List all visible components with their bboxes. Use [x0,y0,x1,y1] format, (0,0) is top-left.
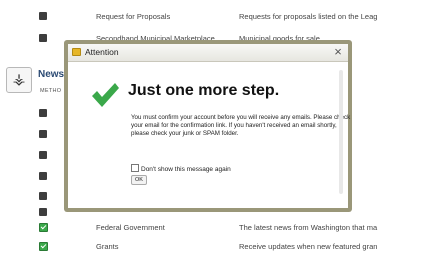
list-item: Request for Proposals Requests for propo… [0,10,422,24]
scrollbar[interactable] [339,70,343,194]
dialog-message: You must confirm your account before you… [131,114,351,137]
news-icon: ⚶ [6,67,32,93]
dialog-title-bar: Attention × [68,44,348,62]
close-button[interactable]: × [331,45,345,59]
checkbox[interactable] [39,208,47,216]
checkbox[interactable] [39,12,47,20]
checkbox[interactable] [39,192,47,200]
section-title: News [38,69,65,80]
dialog-headline: Just one more step. [128,82,280,99]
dont-show-label: Don't show this message again [141,166,231,173]
dialog-title: Attention [85,47,119,57]
attention-dialog: Attention × Just one more step. You must… [64,40,352,212]
column-header: METHO [40,88,62,94]
list-item-description: The latest news from Washington that ma [239,223,378,232]
dialog-body: Attention × Just one more step. You must… [68,44,350,208]
list-item-name: Request for Proposals [96,12,171,21]
ok-button[interactable]: OK [131,175,147,185]
list-item-name: Grants [96,242,119,251]
list-item-name: Federal Government [96,223,165,232]
checkbox-checked[interactable] [39,242,48,251]
dont-show-checkbox[interactable] [131,164,139,172]
list-item-description: Requests for proposals listed on the Lea… [239,12,378,21]
checkbox[interactable] [39,172,47,180]
checkbox-checked[interactable] [39,223,48,232]
checkbox[interactable] [39,34,47,42]
list-item: Federal Government The latest news from … [0,221,422,235]
dont-show-again[interactable]: Don't show this message again [131,164,231,173]
checkbox[interactable] [39,130,47,138]
list-item-description: Receive updates when new featured gran [239,242,378,251]
mail-icon [72,48,81,56]
checkbox[interactable] [39,109,47,117]
checkbox[interactable] [39,151,47,159]
checkmark-icon [92,83,119,107]
